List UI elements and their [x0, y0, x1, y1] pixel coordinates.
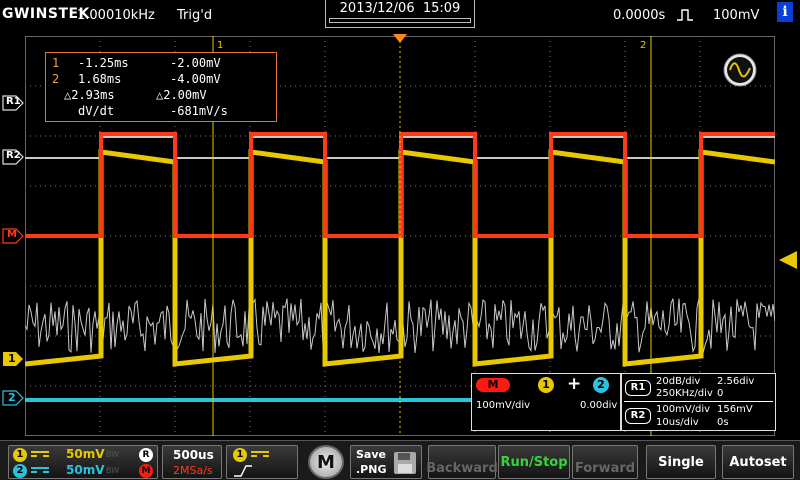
ch2-scale: 50mV: [66, 463, 105, 477]
math-marker[interactable]: M: [2, 228, 24, 244]
run-stop-label: Run/Stop: [500, 454, 568, 470]
sample-rate: 2MSa/s: [173, 464, 213, 477]
cursor1-top-label: 1: [217, 40, 224, 51]
ref1-marker[interactable]: R1: [2, 95, 24, 111]
horizontal-position: 0.0000s: [613, 8, 666, 23]
trigger-position-marker[interactable]: [393, 34, 407, 44]
ref1-position: 2.56div: [717, 376, 755, 387]
oscilloscope-screen: GWINSTEK 1.00010kHz Trig'd 2013/12/06 15…: [0, 0, 800, 480]
timebase-panel[interactable]: 500us 2MSa/s: [162, 445, 222, 479]
cursor2-top-label: 2: [640, 40, 647, 51]
ref2-timebase: 10us/div: [656, 417, 699, 428]
math-offset: 0.00div: [580, 400, 618, 411]
ch1-bw-label: BW: [106, 450, 120, 459]
time-text: 15:09: [422, 1, 461, 16]
save-png-button[interactable]: Save .PNG: [350, 445, 422, 479]
math-badge: M: [476, 378, 510, 392]
delta-value: △2.00mV: [156, 88, 207, 102]
ch1-badge: 1: [13, 448, 27, 462]
ch1-marker-label: 1: [8, 352, 16, 365]
forward-label: Forward: [574, 460, 636, 476]
trigger-slope-icon: [234, 465, 252, 477]
trigger-coupling-icon: [251, 451, 269, 457]
ch1-marker[interactable]: 1: [2, 351, 24, 367]
single-label: Single: [658, 454, 704, 470]
autoset-label: Autoset: [729, 454, 787, 470]
ch1-scale: 50mV: [66, 447, 105, 461]
math-trace: [25, 132, 775, 238]
cursor2-time: 1.68ms: [78, 72, 122, 86]
slope-value: -681mV/s: [170, 104, 228, 118]
slope-label: dV/dt: [78, 104, 115, 118]
bottom-softkey-bar: 1 50mV BW R 2 50mV BW M 500us 2MSa/s 1 M…: [0, 440, 800, 480]
math-info-box[interactable]: M 1 + 2 100mV/div 0.00div: [471, 373, 621, 431]
ref1-offset: 0: [717, 388, 724, 399]
ref1-badge: R1: [625, 380, 651, 396]
cursor-readout-box: 1 -1.25ms -2.00mV 2 1.68ms -4.00mV △2.93…: [45, 52, 277, 122]
timebase-value: 500us: [173, 448, 214, 462]
run-stop-button[interactable]: Run/Stop: [498, 445, 570, 479]
ref2-offset: 0s: [717, 417, 729, 428]
menu-key-button[interactable]: M: [308, 445, 344, 479]
ref2-badge: R2: [625, 408, 651, 424]
ref2-marker[interactable]: R2: [2, 149, 24, 165]
ch2-marker-label: 2: [8, 391, 16, 404]
ch1-coupling-icon: [31, 451, 49, 457]
save-format: .PNG: [356, 463, 387, 476]
math-indicator: M: [139, 464, 153, 478]
math-source2: 2: [593, 377, 609, 393]
math-marker-label: M: [7, 229, 17, 240]
floppy-disk-icon: [394, 452, 416, 474]
cursor2-value: -4.00mV: [170, 72, 221, 86]
cursor1-number: 1: [52, 56, 60, 70]
rising-edge-icon: [677, 9, 693, 21]
forward-button[interactable]: Forward: [572, 445, 638, 479]
math-operator: +: [567, 374, 582, 394]
single-button[interactable]: Single: [646, 445, 716, 479]
date-time-box: 2013/12/06 15:09: [325, 0, 475, 28]
ch2-bw-label: BW: [106, 466, 120, 475]
cursor2-number: 2: [52, 72, 60, 86]
ref2-position: 156mV: [717, 404, 753, 415]
ch2-coupling-icon: [31, 467, 49, 473]
ref1-timebase: 250KHz/div: [656, 388, 713, 399]
trigger-panel[interactable]: 1: [226, 445, 298, 479]
math-source1: 1: [538, 377, 554, 393]
trigger-level: 100mV: [713, 8, 760, 23]
math-scale: 100mV/div: [476, 400, 531, 411]
backward-button[interactable]: Backward: [426, 445, 498, 479]
backward-label: Backward: [426, 460, 498, 476]
channel-settings-panel[interactable]: 1 50mV BW R 2 50mV BW M: [8, 445, 158, 479]
save-label: Save: [356, 448, 386, 461]
cursor1-time: -1.25ms: [78, 56, 129, 70]
memory-position-bar: [329, 18, 471, 23]
ref2-scale: 100mV/div: [656, 404, 711, 415]
ref1-scale: 20dB/div: [656, 376, 701, 387]
ch2-marker[interactable]: 2: [2, 390, 24, 406]
delta-time: △2.93ms: [64, 88, 115, 102]
info-icon[interactable]: i: [777, 2, 793, 22]
trigger-source-badge: 1: [233, 448, 247, 462]
frequency-readout: 1.00010kHz: [77, 8, 155, 23]
autoset-button[interactable]: Autoset: [722, 445, 794, 479]
ref1-marker-label: R1: [6, 96, 21, 107]
cursor1-value: -2.00mV: [170, 56, 221, 70]
ch2-badge: 2: [13, 464, 27, 478]
ref-info-box[interactable]: R1 20dB/div 2.56div 250KHz/div 0 R2 100m…: [621, 373, 776, 431]
trigger-state: Trig'd: [177, 8, 213, 23]
status-bar: GWINSTEK 1.00010kHz Trig'd 2013/12/06 15…: [0, 0, 800, 34]
wave-menu-icon[interactable]: [722, 52, 758, 88]
ref2-marker-label: R2: [6, 150, 21, 161]
ref-indicator: R: [139, 448, 153, 462]
ref-divider: [624, 401, 773, 402]
trigger-level-marker[interactable]: [778, 250, 798, 270]
date-text: 2013/12/06: [339, 1, 415, 16]
